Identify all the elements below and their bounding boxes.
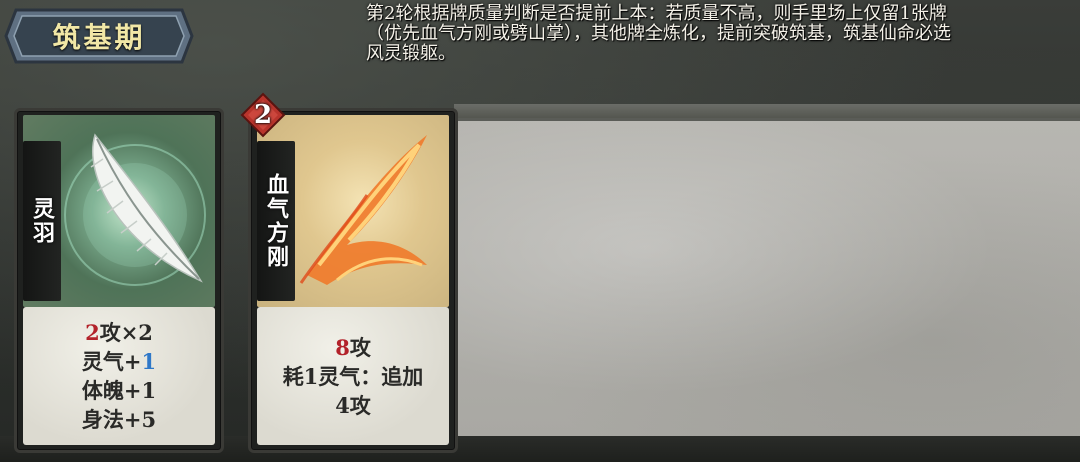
qi-text: 灵气+ — [81, 349, 142, 374]
tip-line-3: 风灵锻躯。 — [366, 43, 456, 64]
play-board — [454, 118, 1080, 436]
strategy-tip: 第2轮根据牌质量判断是否提前上本：若质量不高，则手里场上仅留1张牌 （优先血气方… — [366, 4, 1078, 64]
attack-value: 2 — [85, 320, 100, 345]
effect-line-1: 8攻 — [335, 333, 371, 362]
card-name: 灵羽 — [29, 197, 55, 245]
tip-line-2: （优先血气方刚或劈山掌），其他牌全炼化，提前突破筑基，筑基仙命必选 — [366, 23, 951, 44]
effect-line-2: 耗1灵气：追加 — [282, 363, 424, 389]
card-name: 血气方刚 — [263, 173, 289, 269]
qi-cost-value: 2 — [253, 100, 273, 130]
card-name-band: 灵羽 — [23, 141, 61, 301]
qi-cost-badge: 2 — [240, 92, 286, 138]
attack-value: 8 — [335, 334, 350, 360]
attack-text: 攻×2 — [99, 320, 153, 345]
card-description: 8攻 耗1灵气：追加 4攻 — [257, 307, 449, 445]
effect-line-3: 体魄+1 — [81, 378, 157, 403]
effect-line-1: 2攻×2 — [85, 318, 153, 347]
card-ling-yu[interactable]: 灵羽 2攻×2 灵气+1 体魄+1 身法+5 — [14, 108, 224, 453]
effect-line-3: 4攻 — [335, 392, 371, 418]
card-name-band: 血气方刚 — [257, 141, 295, 301]
card-xue-qi-fang-gang[interactable]: 血气方刚 8攻 耗1灵气：追加 4攻 — [248, 108, 458, 453]
stage-title: 筑基期 — [52, 21, 146, 54]
attack-text: 攻 — [349, 334, 371, 360]
effect-line-2: 灵气+1 — [82, 347, 156, 376]
stage-badge: 筑基期 — [4, 8, 194, 64]
card-description: 2攻×2 灵气+1 体魄+1 身法+5 — [23, 307, 215, 445]
board-top-strip — [454, 104, 1080, 118]
qi-value: 1 — [141, 349, 157, 374]
tip-line-1: 第2轮根据牌质量判断是否提前上本：若质量不高，则手里场上仅留1张牌 — [366, 3, 947, 24]
effect-line-4: 身法+5 — [81, 407, 157, 432]
